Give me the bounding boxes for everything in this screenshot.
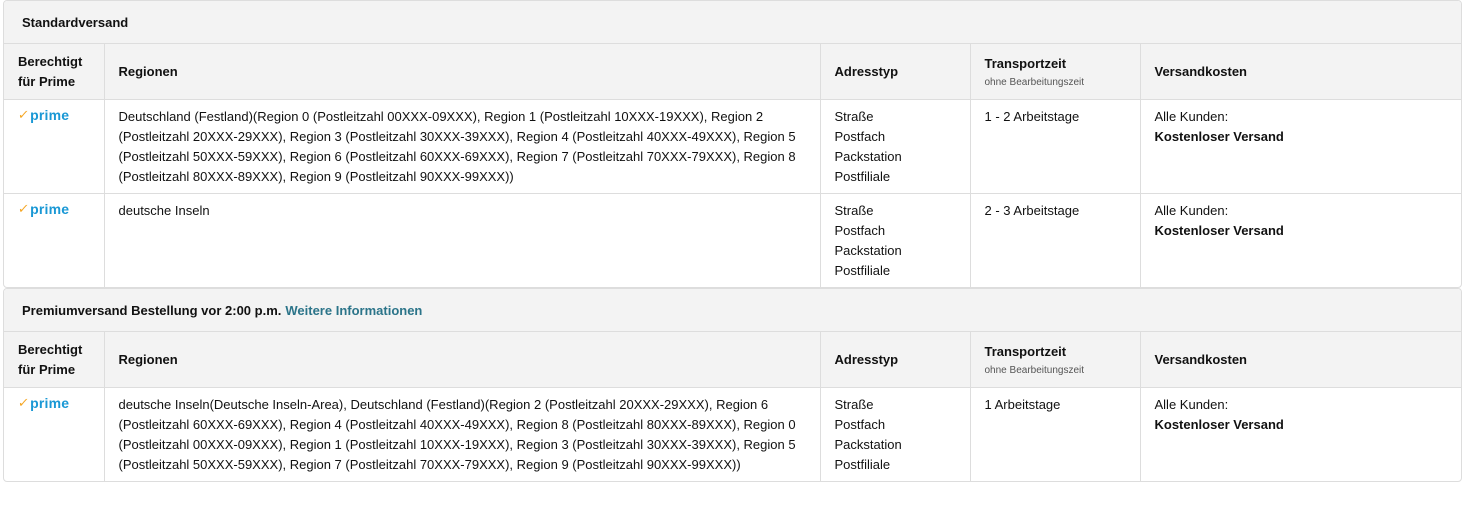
header-eligible: Berechtigt für Prime	[4, 44, 105, 100]
transport-time-cell: 1 Arbeitstage	[970, 387, 1141, 481]
table-row: ✓ prime deutsche Inseln(Deutsche Inseln-…	[4, 387, 1461, 482]
address-type-item: Straße	[834, 397, 874, 412]
address-type-item: Packstation	[834, 149, 902, 164]
address-type-item: Postfiliale	[834, 457, 891, 472]
address-type-item: Postfach	[834, 417, 886, 432]
header-regions: Regionen	[104, 44, 821, 100]
prime-cell: ✓ prime	[4, 387, 105, 481]
table-header-row: Berechtigt für Prime Regionen Adresstyp …	[4, 44, 1461, 100]
header-address-type: Adresstyp	[820, 332, 971, 388]
prime-logo-text: prime	[30, 107, 70, 123]
cost-label: Alle Kunden:	[1154, 203, 1229, 218]
cost-value: Kostenloser Versand	[1154, 417, 1284, 432]
shipping-table-standard: Berechtigt für Prime Regionen Adresstyp …	[4, 44, 1461, 287]
prime-check-icon: ✓	[17, 107, 31, 122]
address-type-item: Packstation	[834, 243, 902, 258]
address-type-item: Straße	[834, 109, 874, 124]
section-premium-shipping: Premiumversand Bestellung vor 2:00 p.m. …	[3, 288, 1462, 482]
header-transport-time-label: Transportzeit	[984, 55, 1067, 71]
table-header-row: Berechtigt für Prime Regionen Adresstyp …	[4, 332, 1461, 388]
header-transport-time: Transportzeit ohne Bearbeitungszeit	[970, 44, 1141, 100]
address-type-item: Postfach	[834, 223, 886, 238]
table-row: ✓ prime deutsche Inseln Straße Postfach …	[4, 193, 1461, 288]
header-shipping-cost: Versandkosten	[1140, 44, 1461, 100]
address-type-item: Postfiliale	[834, 263, 891, 278]
shipping-cost-cell: Alle Kunden: Kostenloser Versand	[1140, 388, 1461, 482]
prime-logo-text: prime	[30, 395, 70, 411]
header-transport-time-label: Transportzeit	[984, 343, 1067, 359]
cost-label: Alle Kunden:	[1154, 109, 1229, 124]
header-regions: Regionen	[104, 332, 821, 388]
address-type-cell: Straße Postfach Packstation Postfiliale	[820, 99, 971, 194]
prime-logo-icon: ✓ prime	[17, 105, 70, 125]
section-title-premium: Premiumversand Bestellung vor 2:00 p.m. …	[4, 289, 1461, 332]
header-eligible: Berechtigt für Prime	[4, 332, 105, 388]
prime-logo-icon: ✓ prime	[17, 393, 70, 413]
cost-label: Alle Kunden:	[1154, 397, 1229, 412]
shipping-cost-cell: Alle Kunden: Kostenloser Versand	[1140, 194, 1461, 288]
prime-logo-text: prime	[30, 201, 70, 217]
transport-time-cell: 2 - 3 Arbeitstage	[970, 193, 1141, 287]
address-type-item: Straße	[834, 203, 874, 218]
regions-cell: deutsche Inseln	[104, 193, 821, 287]
prime-cell: ✓ prime	[4, 99, 105, 194]
section-title-text: Premiumversand Bestellung vor 2:00 p.m.	[22, 302, 282, 318]
address-type-cell: Straße Postfach Packstation Postfiliale	[820, 193, 971, 287]
header-transport-time-note: ohne Bearbeitungszeit	[984, 364, 1085, 376]
cost-value: Kostenloser Versand	[1154, 223, 1284, 238]
header-transport-time: Transportzeit ohne Bearbeitungszeit	[970, 332, 1141, 388]
prime-check-icon: ✓	[17, 201, 31, 216]
transport-time-cell: 1 - 2 Arbeitstage	[970, 99, 1141, 194]
header-address-type: Adresstyp	[820, 44, 971, 100]
regions-cell: Deutschland (Festland)(Region 0 (Postlei…	[104, 99, 821, 194]
section-title-text: Standardversand	[22, 14, 129, 30]
header-shipping-cost: Versandkosten	[1140, 332, 1461, 388]
prime-check-icon: ✓	[17, 395, 31, 410]
header-transport-time-note: ohne Bearbeitungszeit	[984, 76, 1085, 88]
shipping-table-premium: Berechtigt für Prime Regionen Adresstyp …	[4, 332, 1461, 481]
address-type-item: Packstation	[834, 437, 902, 452]
cost-value: Kostenloser Versand	[1154, 129, 1284, 144]
table-row: ✓ prime Deutschland (Festland)(Region 0 …	[4, 99, 1461, 194]
shipping-cost-cell: Alle Kunden: Kostenloser Versand	[1140, 99, 1461, 194]
address-type-item: Postfiliale	[834, 169, 891, 184]
section-title-standard: Standardversand	[4, 1, 1461, 44]
shipping-tables: Standardversand Berechtigt für Prime Reg…	[3, 0, 1462, 482]
more-info-link[interactable]: Weitere Informationen	[285, 303, 422, 318]
regions-cell: deutsche Inseln(Deutsche Inseln-Area), D…	[104, 387, 821, 481]
address-type-cell: Straße Postfach Packstation Postfiliale	[820, 387, 971, 481]
prime-cell: ✓ prime	[4, 193, 105, 287]
prime-logo-icon: ✓ prime	[17, 199, 70, 219]
address-type-item: Postfach	[834, 129, 886, 144]
section-standard-shipping: Standardversand Berechtigt für Prime Reg…	[3, 0, 1462, 288]
